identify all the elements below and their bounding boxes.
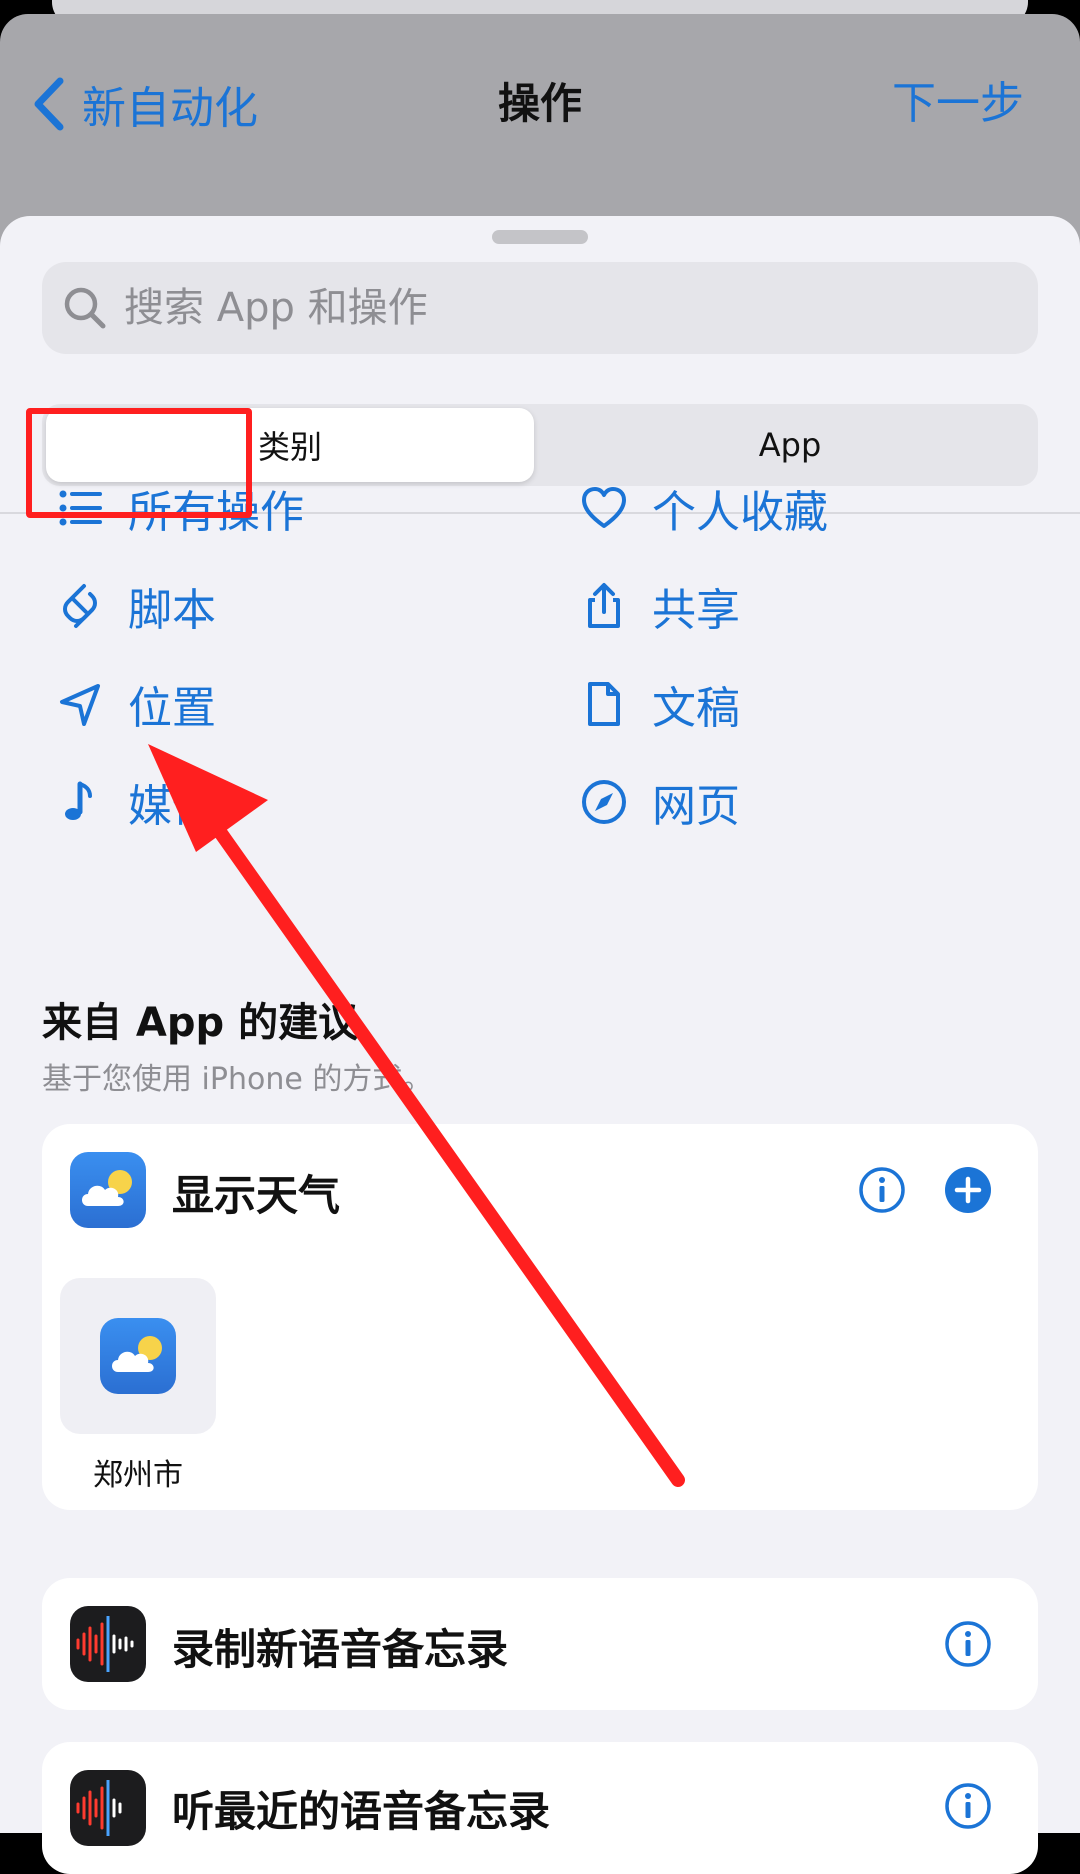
heart-icon — [576, 480, 632, 536]
category-sharing[interactable]: 共享 — [576, 576, 740, 636]
category-location[interactable]: 位置 — [52, 674, 216, 734]
segment-app[interactable]: App — [546, 408, 1034, 482]
suggestion-title: 显示天气 — [172, 1171, 341, 1220]
compass-icon — [576, 774, 632, 830]
suggestions-heading: 来自 App 的建议 — [42, 1000, 359, 1046]
search-bar[interactable] — [42, 262, 1038, 354]
location-tile[interactable] — [60, 1278, 216, 1434]
category-label: 位置 — [128, 683, 216, 734]
category-label: 网页 — [652, 781, 740, 832]
sheet-grabber[interactable] — [492, 230, 588, 244]
add-icon[interactable] — [944, 1166, 992, 1214]
music-note-icon — [52, 774, 108, 830]
category-documents[interactable]: 文稿 — [576, 674, 740, 734]
category-label: 脚本 — [128, 585, 216, 636]
suggestion-title: 录制新语音备忘录 — [172, 1625, 509, 1674]
info-icon[interactable] — [944, 1620, 992, 1668]
document-icon — [576, 676, 632, 732]
script-icon — [52, 578, 108, 634]
voice-memo-icon — [70, 1606, 146, 1682]
category-label: 共享 — [652, 585, 740, 636]
search-input[interactable] — [122, 284, 1006, 332]
category-media[interactable]: 媒体 — [52, 772, 216, 832]
suggestion-card-record-memo[interactable]: 录制新语音备忘录 — [42, 1578, 1038, 1710]
weather-icon — [100, 1318, 176, 1394]
annotation-highlight-box — [26, 408, 252, 518]
info-icon[interactable] — [944, 1782, 992, 1830]
search-icon — [64, 287, 106, 329]
share-icon — [576, 578, 632, 634]
suggestions-subtitle: 基于您使用 iPhone 的方式。 — [42, 1062, 433, 1097]
category-label: 文稿 — [652, 683, 740, 734]
suggestion-card-weather: 显示天气 郑州市 — [42, 1124, 1038, 1510]
suggestion-title: 听最近的语音备忘录 — [172, 1787, 551, 1836]
category-web[interactable]: 网页 — [576, 772, 740, 832]
next-button[interactable]: 下一步 — [892, 76, 1024, 132]
voice-memo-icon — [70, 1770, 146, 1846]
category-favorites[interactable]: 个人收藏 — [576, 478, 828, 538]
location-icon — [52, 676, 108, 732]
suggestion-card-play-memo[interactable]: 听最近的语音备忘录 — [42, 1742, 1038, 1874]
category-label: 个人收藏 — [652, 487, 828, 538]
category-label: 媒体 — [128, 781, 216, 832]
location-tile-label: 郑州市 — [93, 1458, 183, 1493]
weather-icon — [70, 1152, 146, 1228]
info-icon[interactable] — [858, 1166, 906, 1214]
category-scripting[interactable]: 脚本 — [52, 576, 216, 636]
